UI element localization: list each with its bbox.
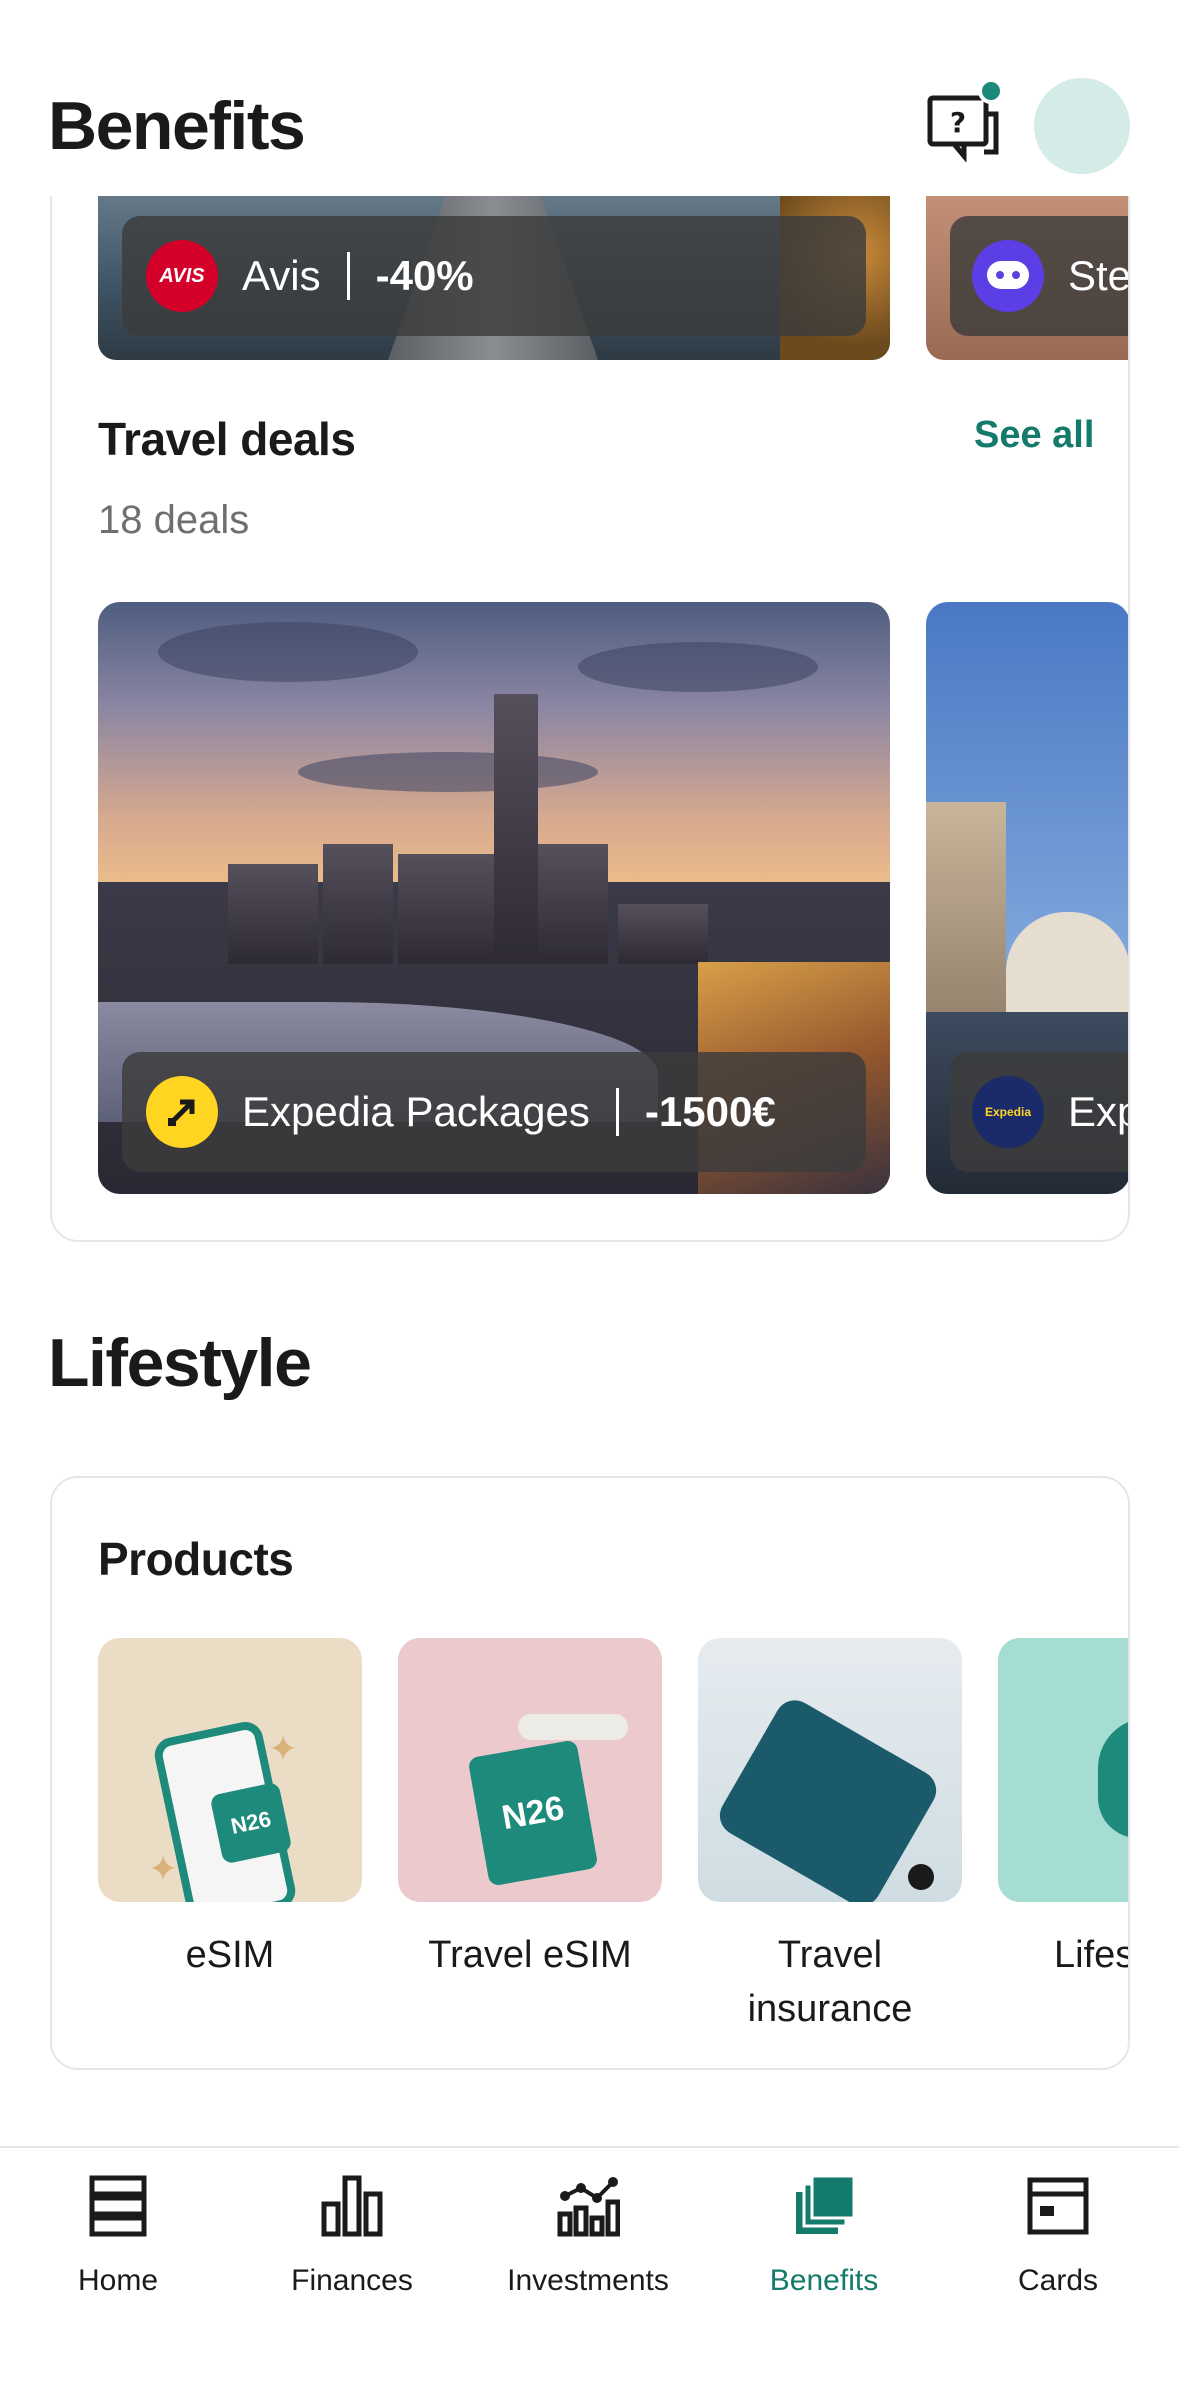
lifestyle-title: Lifestyle bbox=[48, 1325, 312, 1401]
offer-discount: -40% bbox=[375, 252, 474, 299]
notification-dot bbox=[978, 78, 1004, 104]
avatar[interactable] bbox=[1034, 78, 1130, 174]
home-icon bbox=[89, 2175, 147, 2237]
tab-label: Investments bbox=[507, 2264, 669, 2297]
page-title: Benefits bbox=[48, 88, 306, 164]
investments-icon bbox=[557, 2177, 620, 2237]
card-icon bbox=[1027, 2177, 1089, 2235]
partner-carousel[interactable]: AVIS Avis -40% Ste bbox=[98, 180, 1130, 360]
suitcase-illustration bbox=[698, 1638, 962, 1902]
partner-offer-pill: Ste bbox=[950, 216, 1130, 336]
tab-home[interactable]: Home bbox=[18, 2174, 218, 2298]
deal-count: 18 deals bbox=[98, 498, 250, 542]
product-label: Travel eSIM bbox=[428, 1934, 632, 1976]
travel-deals-card: AVIS Avis -40% Ste Travel deals See all … bbox=[50, 160, 1130, 1242]
product-label: eSIM bbox=[185, 1934, 275, 1976]
product-lifestyle-insurance[interactable]: Lifes insur bbox=[998, 1638, 1130, 1982]
product-esim[interactable]: N26 ✦ ✦ eSIM bbox=[98, 1638, 362, 1982]
divider bbox=[346, 252, 350, 300]
product-travel-insurance[interactable]: Travel insurance bbox=[698, 1638, 962, 2036]
tab-finances[interactable]: Finances bbox=[252, 2174, 452, 2298]
bottom-tab-bar: Home Finances Investments Benefits Cards bbox=[0, 2146, 1179, 2396]
products-title: Products bbox=[98, 1533, 294, 1585]
deal-offer-pill: Expedia Packages -1500€ bbox=[122, 1052, 866, 1172]
offer-brand: Avis bbox=[242, 252, 321, 299]
tab-label: Home bbox=[77, 2264, 159, 2297]
tab-benefits[interactable]: Benefits bbox=[724, 2174, 924, 2298]
expedia-logo: Expedia bbox=[972, 1076, 1044, 1148]
bot-logo-icon bbox=[972, 240, 1044, 312]
travel-deals-title: Travel deals bbox=[98, 413, 356, 465]
tab-label: Benefits bbox=[769, 2264, 879, 2297]
offer-brand: Ste bbox=[1068, 252, 1130, 299]
partner-tile-2[interactable]: Ste bbox=[926, 180, 1130, 360]
tab-investments[interactable]: Investments bbox=[488, 2174, 688, 2298]
products-card: Products N26 ✦ ✦ eSIM N26 Travel eSIM Tr… bbox=[50, 1476, 1130, 2070]
expedia-logo-icon bbox=[146, 1076, 218, 1148]
svg-text:?: ? bbox=[950, 106, 966, 139]
product-label: Travel insurance bbox=[747, 1934, 913, 2030]
divider bbox=[615, 1088, 619, 1136]
deal-brand: Expedia Packages bbox=[242, 1088, 590, 1135]
avis-logo: AVIS bbox=[146, 240, 218, 312]
bar-chart-icon bbox=[321, 2175, 383, 2237]
travel-esim-illustration: N26 bbox=[398, 1638, 662, 1902]
expedia-deal-2[interactable]: Expedia Exp bbox=[926, 602, 1128, 1194]
see-all-link[interactable]: See all bbox=[974, 414, 1094, 457]
tab-label: Finances bbox=[291, 2264, 413, 2297]
deal-offer-pill: Expedia Exp bbox=[950, 1052, 1128, 1172]
product-label: Lifes insur bbox=[1054, 1934, 1130, 1976]
avis-tile[interactable]: AVIS Avis -40% bbox=[98, 180, 890, 360]
tab-cards[interactable]: Cards bbox=[958, 2174, 1158, 2298]
header: Benefits ? bbox=[0, 0, 1179, 196]
product-travel-esim[interactable]: N26 Travel eSIM bbox=[398, 1638, 662, 1982]
esim-illustration: N26 ✦ ✦ bbox=[98, 1638, 362, 1902]
deal-brand: Exp bbox=[1068, 1088, 1128, 1135]
expedia-packages-deal[interactable]: Expedia Packages -1500€ bbox=[98, 602, 890, 1194]
benefits-icon bbox=[796, 2174, 856, 2234]
avis-offer-pill: AVIS Avis -40% bbox=[122, 216, 866, 336]
tab-label: Cards bbox=[1017, 2264, 1099, 2297]
shield-illustration bbox=[998, 1638, 1128, 1902]
deal-discount: -1500€ bbox=[644, 1088, 776, 1135]
